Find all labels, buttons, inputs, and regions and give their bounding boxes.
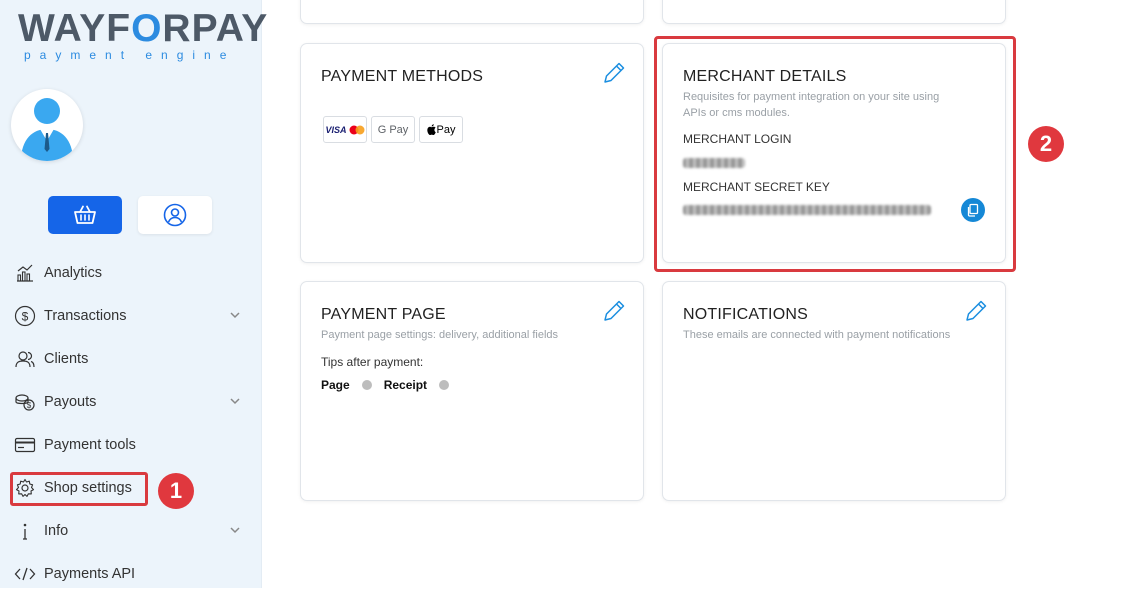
- card-payment-methods: PAYMENT METHODS VISA G Pay Pay: [300, 43, 644, 263]
- nav-item-transactions[interactable]: $ Transactions: [14, 301, 246, 331]
- dollar-circle-icon: $: [14, 305, 36, 327]
- users-icon: [14, 348, 36, 370]
- card-subtitle: Payment page settings: delivery, additio…: [321, 329, 559, 341]
- card-icon: [14, 434, 36, 456]
- nav-label: Info: [44, 523, 69, 539]
- nav-label: Transactions: [44, 308, 127, 324]
- mastercard-icon: [349, 125, 364, 134]
- analytics-icon: [14, 262, 36, 284]
- logo-text-lock-o: O: [131, 7, 163, 50]
- code-icon: [14, 563, 36, 585]
- nav-item-info[interactable]: Info: [14, 516, 246, 546]
- merchant-details-highlight: [654, 36, 1016, 272]
- card-title: NOTIFICATIONS: [683, 306, 808, 323]
- shop-settings-highlight: [10, 472, 148, 506]
- option-page-toggle[interactable]: [361, 380, 372, 390]
- card-notifications: NOTIFICATIONS These emails are connected…: [662, 281, 1006, 501]
- chevron-down-icon[interactable]: [228, 523, 242, 541]
- basket-icon: [74, 205, 96, 224]
- visa-mastercard-badge: VISA: [323, 116, 367, 143]
- nav-item-payments-api[interactable]: Payments API: [14, 559, 246, 589]
- card-top-right: [662, 0, 1006, 24]
- nav-item-payment-tools[interactable]: Payment tools: [14, 430, 246, 460]
- logo-text-1: WAYF: [18, 7, 132, 50]
- nav-item-analytics[interactable]: Analytics: [14, 258, 246, 288]
- apple-icon: [426, 124, 436, 135]
- logo-wordmark: WAYFORPAY: [18, 7, 267, 50]
- avatar[interactable]: [11, 89, 83, 161]
- edit-pencil-icon[interactable]: [601, 298, 627, 324]
- svg-text:$: $: [22, 310, 29, 324]
- info-icon: [14, 520, 36, 542]
- logo-text-2: RPAY: [162, 7, 269, 50]
- coins-icon: $: [14, 391, 36, 413]
- nav-label: Payments API: [44, 566, 136, 582]
- svg-text:$: $: [27, 401, 32, 410]
- tips-label: Tips after payment:: [321, 355, 424, 369]
- logo-tagline: payment engine: [24, 48, 236, 62]
- nav-item-payouts[interactable]: $ Payouts: [14, 387, 246, 417]
- card-title: PAYMENT METHODS: [321, 68, 484, 85]
- nav-label: Analytics: [44, 265, 103, 281]
- basket-button[interactable]: [48, 196, 122, 234]
- nav-label: Payment tools: [44, 437, 136, 453]
- user-circle-icon: [163, 203, 187, 227]
- apple-pay-text: Pay: [436, 123, 456, 136]
- edit-pencil-icon[interactable]: [963, 298, 989, 324]
- card-payment-page: PAYMENT PAGE Payment page settings: deli…: [300, 281, 644, 501]
- profile-button[interactable]: [138, 196, 212, 234]
- card-title: PAYMENT PAGE: [321, 306, 446, 323]
- card-top-left: [300, 0, 644, 24]
- option-receipt-label: Receipt: [383, 378, 428, 392]
- google-pay-text: G Pay: [377, 123, 409, 136]
- nav-label: Clients: [44, 351, 89, 367]
- apple-pay-badge: Pay: [419, 116, 463, 143]
- edit-pencil-icon[interactable]: [601, 60, 627, 86]
- visa-text: VISA: [325, 124, 347, 135]
- option-page-label: Page: [321, 378, 350, 392]
- step-badge-1: 1: [158, 473, 194, 509]
- chevron-down-icon[interactable]: [228, 308, 242, 326]
- tips-options: Page Receipt: [321, 378, 461, 392]
- google-pay-badge: G Pay: [371, 116, 415, 143]
- chevron-down-icon[interactable]: [228, 394, 242, 412]
- step-badge-2: 2: [1028, 126, 1064, 162]
- nav-label: Payouts: [44, 394, 97, 410]
- sidebar: WAYFORPAY payment engine Analytics $ Tra…: [0, 0, 267, 589]
- card-subtitle: These emails are connected with payment …: [683, 329, 951, 341]
- nav-item-clients[interactable]: Clients: [14, 344, 246, 374]
- logo[interactable]: WAYFORPAY payment engine: [18, 7, 267, 63]
- user-avatar-icon: [21, 98, 73, 161]
- option-receipt-toggle[interactable]: [439, 380, 450, 390]
